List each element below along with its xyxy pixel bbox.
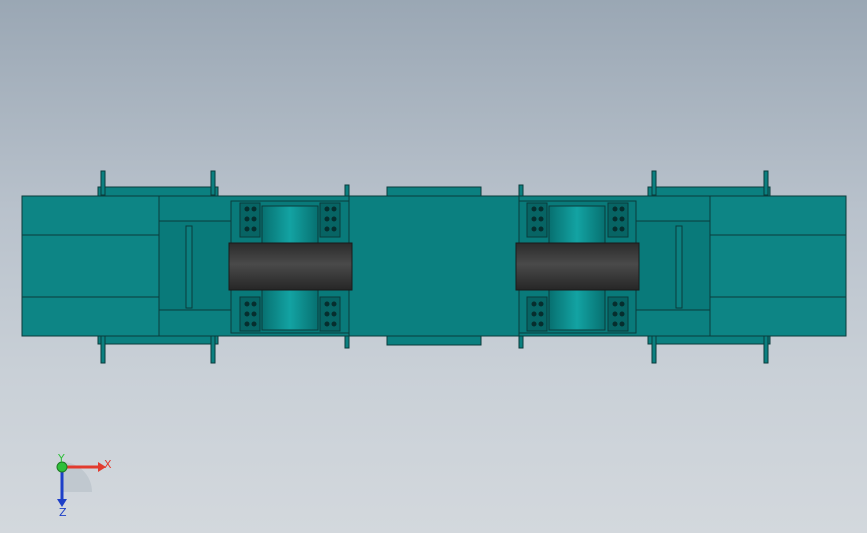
conveyor-assembly-model[interactable] [21, 170, 847, 364]
z-axis-label: Z [59, 506, 67, 518]
coordinate-triad[interactable]: X Y Z [40, 448, 120, 518]
right-roller-unit [515, 200, 640, 334]
bottom-support-brackets [97, 334, 771, 364]
right-roller-belt [515, 242, 640, 291]
top-support-brackets [97, 170, 771, 198]
x-axis-label: X [104, 458, 112, 471]
main-frame [21, 195, 847, 337]
left-roller-belt [228, 242, 353, 291]
y-axis-label: Y [57, 452, 65, 465]
cad-viewport[interactable] [0, 0, 867, 533]
left-roller-unit [228, 200, 353, 334]
